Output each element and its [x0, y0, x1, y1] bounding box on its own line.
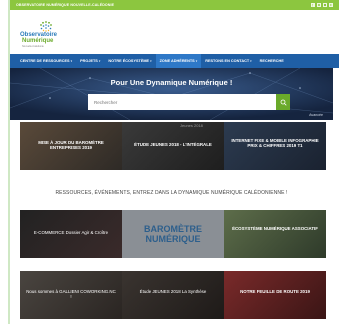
card-label: MISE À JOUR DU BAROMÈTRE ENTREPRISES 201…	[38, 140, 104, 151]
nav-item-label: RESTONS EN CONTACT	[205, 59, 250, 63]
card-label: Nous sommes à GALLIENI COWORKING.NC !	[26, 289, 116, 300]
social-links: f	[311, 3, 333, 8]
site-header: Observatoire Numérique Nouvelle-Calédoni…	[10, 10, 339, 54]
chevron-down-icon: ▾	[70, 59, 73, 63]
card-barometre-numerique[interactable]: BAROMÈTRE NUMÉRIQUE	[122, 210, 224, 258]
nav-item-centre-de-ressources[interactable]: CENTRE DE RESSOURCES ▾	[16, 54, 76, 68]
advanced-search-link[interactable]: Avancée	[309, 113, 323, 117]
logo-line-3: Nouvelle-Calédonie	[22, 45, 44, 48]
card-label: ÉCOSYSTÈME NUMÉRIQUE ASSOCIATIF	[232, 226, 318, 231]
nav-item-restons-en-contact[interactable]: RESTONS EN CONTACT ▾	[201, 54, 255, 68]
nav-item-zone-adherents[interactable]: ZONE ADHÉRENTS ▾	[155, 54, 202, 68]
chevron-down-icon: ▾	[195, 59, 198, 63]
card-label: Étude JEUNES 2018 La Synthèse	[139, 289, 207, 294]
top-bar: OBSERVATOIRE NUMÉRIQUE NOUVELLE-CALÉDONI…	[10, 0, 339, 10]
nav-item-recherche[interactable]: RECHERCHE	[256, 54, 288, 68]
featured-cards-row: MISE À JOUR DU BAROMÈTRE ENTREPRISES 201…	[20, 122, 326, 170]
site-brand-text[interactable]: OBSERVATOIRE NUMÉRIQUE NOUVELLE-CALÉDONI…	[16, 3, 114, 7]
card-label: BAROMÈTRE NUMÉRIQUE	[144, 224, 202, 244]
youtube-icon[interactable]	[329, 3, 333, 7]
card-barometre-entreprises[interactable]: MISE À JOUR DU BAROMÈTRE ENTREPRISES 201…	[20, 122, 122, 170]
twitter-icon[interactable]	[317, 3, 321, 7]
nav-item-notre-ecosysteme[interactable]: NOTRE ÉCOSYSTÈME ▾	[104, 54, 155, 68]
card-label: NOTRE FEUILLE DE ROUTE 2019	[240, 289, 310, 294]
linkedin-icon[interactable]	[323, 3, 327, 7]
svg-text:f: f	[312, 4, 313, 7]
card-ecosysteme-associatif[interactable]: ÉCOSYSTÈME NUMÉRIQUE ASSOCIATIF	[224, 210, 326, 258]
nav-item-label: ZONE ADHÉRENTS	[159, 59, 195, 63]
chevron-down-icon: ▾	[150, 59, 152, 63]
hero-banner: Pour Une Dynamique Numérique ! Avancée	[10, 68, 333, 120]
resource-cards-row: E-COMMERCE Dossier Agir & Croître BAROMÈ…	[20, 210, 326, 258]
card-etude-jeunes-integrale[interactable]: ÉTUDE JEUNES 2018 - L'INTÉGRALE	[122, 122, 224, 170]
search-input[interactable]	[88, 94, 276, 110]
logo-line-2: Numérique	[22, 38, 54, 44]
card-caption: Jeunes 2018	[180, 123, 203, 128]
card-label: E-COMMERCE Dossier Agir & Croître	[33, 230, 109, 235]
nav-item-label: PROJETS	[80, 59, 98, 63]
card-label: ÉTUDE JEUNES 2018 - L'INTÉGRALE	[134, 142, 212, 147]
hero-title: Pour Une Dynamique Numérique !	[110, 78, 233, 87]
main-nav: CENTRE DE RESSOURCES ▾ PROJETS ▾ NOTRE É…	[10, 54, 339, 68]
search-bar	[88, 94, 290, 110]
card-e-commerce[interactable]: E-COMMERCE Dossier Agir & Croître	[20, 210, 122, 258]
nav-item-label: CENTRE DE RESSOURCES	[20, 59, 70, 63]
card-feuille-de-route[interactable]: NOTRE FEUILLE DE ROUTE 2019	[224, 271, 326, 319]
nav-item-label: NOTRE ÉCOSYSTÈME	[108, 59, 150, 63]
card-gallieni-coworking[interactable]: Nous sommes à GALLIENI COWORKING.NC !	[20, 271, 122, 319]
facebook-icon[interactable]: f	[311, 3, 315, 8]
nav-item-projets[interactable]: PROJETS ▾	[76, 54, 104, 68]
card-internet-fixe-mobile[interactable]: INTERNET FIXE & MOBILE INFOGRAPHIE PRIX …	[224, 122, 326, 170]
news-cards-row: Nous sommes à GALLIENI COWORKING.NC ! Ét…	[20, 271, 326, 319]
chevron-down-icon: ▾	[98, 59, 101, 63]
search-button[interactable]	[276, 94, 290, 110]
search-icon	[280, 99, 287, 106]
chevron-down-icon: ▾	[250, 59, 252, 63]
nav-item-label: RECHERCHE	[259, 59, 284, 63]
card-label: INTERNET FIXE & MOBILE INFOGRAPHIE PRIX …	[231, 138, 319, 149]
section-heading: RESSOURCES, ÉVÉNEMENTS, ENTREZ DANS LA D…	[55, 190, 288, 196]
site-logo[interactable]: Observatoire Numérique Nouvelle-Calédoni…	[20, 20, 76, 50]
card-etude-jeunes-synthese[interactable]: Étude JEUNES 2018 La Synthèse	[122, 271, 224, 319]
